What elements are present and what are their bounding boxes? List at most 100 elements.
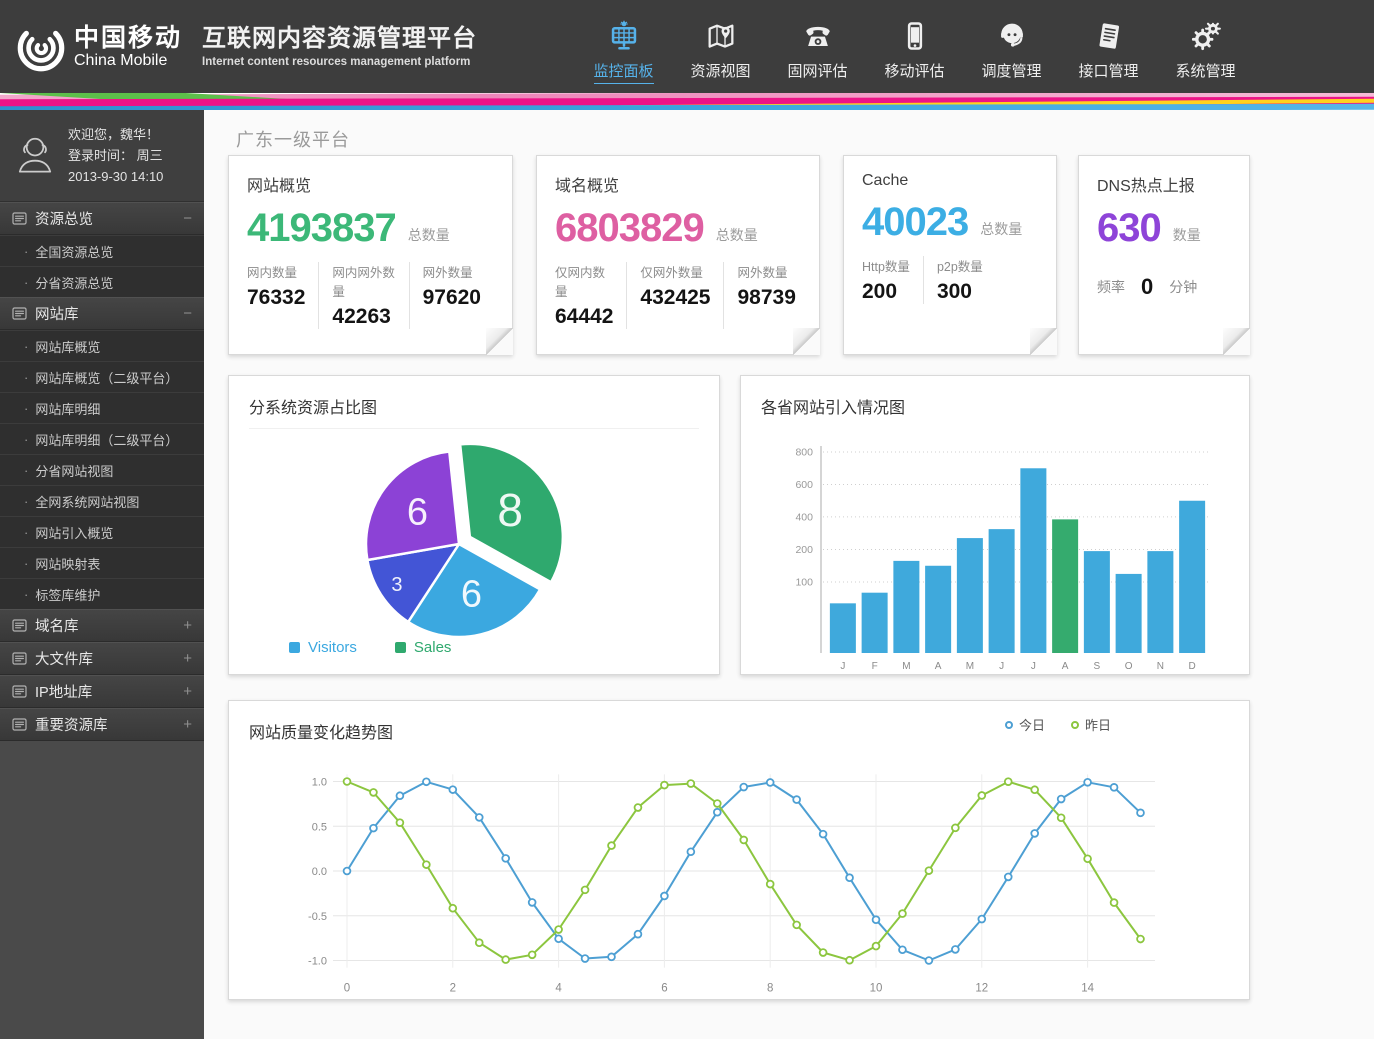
- bar-F-2[interactable]: [862, 593, 888, 653]
- data-point[interactable]: [1005, 874, 1012, 881]
- data-point[interactable]: [397, 792, 404, 799]
- data-point[interactable]: [873, 916, 880, 923]
- data-point[interactable]: [687, 780, 694, 787]
- expand-icon[interactable]: +: [183, 617, 192, 634]
- sidebar-section[interactable]: 重要资源库+: [0, 708, 204, 741]
- bar-M-5[interactable]: [957, 538, 983, 653]
- pie-legend-item-sales[interactable]: Sales: [395, 639, 452, 656]
- nav-item-monitor-panel[interactable]: 监控面板: [575, 9, 672, 84]
- pie-legend-item-visitors[interactable]: Visitors: [289, 639, 357, 656]
- nav-item-gears[interactable]: 系统管理: [1157, 9, 1254, 84]
- data-point[interactable]: [978, 916, 985, 923]
- nav-item-interface-doc[interactable]: 接口管理: [1060, 9, 1157, 84]
- data-point[interactable]: [449, 905, 456, 912]
- data-point[interactable]: [846, 874, 853, 881]
- bar-J-7[interactable]: [1020, 468, 1046, 653]
- data-point[interactable]: [370, 825, 377, 832]
- bar-J-1[interactable]: [830, 603, 856, 653]
- data-point[interactable]: [926, 867, 933, 874]
- data-point[interactable]: [793, 921, 800, 928]
- data-point[interactable]: [635, 931, 642, 938]
- sidebar-item[interactable]: ·网站库概览（二级平台）: [0, 361, 204, 392]
- nav-item-landline-phone[interactable]: 固网评估: [769, 9, 866, 84]
- data-point[interactable]: [714, 800, 721, 807]
- data-point[interactable]: [873, 943, 880, 950]
- data-point[interactable]: [582, 886, 589, 893]
- data-point[interactable]: [344, 868, 351, 875]
- expand-icon[interactable]: +: [183, 650, 192, 667]
- data-point[interactable]: [1031, 786, 1038, 793]
- data-point[interactable]: [899, 946, 906, 953]
- expand-icon[interactable]: +: [183, 716, 192, 733]
- data-point[interactable]: [952, 946, 959, 953]
- bar-O-10[interactable]: [1116, 574, 1142, 653]
- sidebar-item[interactable]: ·分省资源总览: [0, 266, 204, 297]
- sidebar-section[interactable]: IP地址库+: [0, 675, 204, 708]
- data-point[interactable]: [1137, 809, 1144, 816]
- bar-D-12[interactable]: [1179, 501, 1205, 653]
- data-point[interactable]: [661, 893, 668, 900]
- data-point[interactable]: [740, 837, 747, 844]
- bar-A-4[interactable]: [925, 566, 951, 653]
- bar-N-11[interactable]: [1147, 551, 1173, 653]
- bar-M-3[interactable]: [893, 561, 919, 653]
- sidebar-item[interactable]: ·网站映射表: [0, 547, 204, 578]
- data-point[interactable]: [529, 899, 536, 906]
- data-point[interactable]: [820, 831, 827, 838]
- data-point[interactable]: [1111, 899, 1118, 906]
- line-legend-item-昨日[interactable]: 昨日: [1071, 715, 1111, 734]
- line-legend-item-今日[interactable]: 今日: [1005, 715, 1045, 734]
- data-point[interactable]: [555, 926, 562, 933]
- sidebar-section[interactable]: 域名库+: [0, 609, 204, 642]
- data-point[interactable]: [767, 779, 774, 786]
- data-point[interactable]: [978, 792, 985, 799]
- sidebar-item[interactable]: ·全国资源总览: [0, 235, 204, 266]
- data-point[interactable]: [1058, 796, 1065, 803]
- data-point[interactable]: [1111, 784, 1118, 791]
- sidebar-item[interactable]: ·标签库维护: [0, 578, 204, 609]
- data-point[interactable]: [767, 881, 774, 888]
- collapse-icon[interactable]: −: [183, 210, 192, 227]
- data-point[interactable]: [1084, 855, 1091, 862]
- data-point[interactable]: [1058, 814, 1065, 821]
- data-point[interactable]: [1137, 936, 1144, 943]
- data-point[interactable]: [793, 796, 800, 803]
- data-point[interactable]: [899, 910, 906, 917]
- sidebar-item[interactable]: ·分省网站视图: [0, 454, 204, 485]
- data-point[interactable]: [740, 784, 747, 791]
- bar-S-9[interactable]: [1084, 551, 1110, 653]
- data-point[interactable]: [846, 957, 853, 964]
- data-point[interactable]: [502, 956, 509, 963]
- collapse-icon[interactable]: −: [183, 305, 192, 322]
- expand-icon[interactable]: +: [183, 683, 192, 700]
- bar-J-6[interactable]: [989, 529, 1015, 653]
- data-point[interactable]: [952, 824, 959, 831]
- data-point[interactable]: [661, 782, 668, 789]
- data-point[interactable]: [582, 955, 589, 962]
- data-point[interactable]: [1031, 830, 1038, 837]
- data-point[interactable]: [926, 957, 933, 964]
- nav-item-map-view[interactable]: 资源视图: [672, 9, 769, 84]
- data-point[interactable]: [1005, 778, 1012, 785]
- sidebar-section[interactable]: 网站库−: [0, 297, 204, 330]
- sidebar-section[interactable]: 资源总览−: [0, 202, 204, 235]
- data-point[interactable]: [714, 809, 721, 816]
- data-point[interactable]: [344, 778, 351, 785]
- data-point[interactable]: [370, 789, 377, 796]
- data-point[interactable]: [820, 949, 827, 956]
- sidebar-item[interactable]: ·全网系统网站视图: [0, 485, 204, 516]
- data-point[interactable]: [1084, 779, 1091, 786]
- bar-A-8[interactable]: [1052, 519, 1078, 653]
- data-point[interactable]: [502, 855, 509, 862]
- data-point[interactable]: [476, 814, 483, 821]
- data-point[interactable]: [529, 951, 536, 958]
- data-point[interactable]: [397, 819, 404, 826]
- nav-item-operator-headset[interactable]: 调度管理: [963, 9, 1060, 84]
- data-point[interactable]: [423, 861, 430, 868]
- data-point[interactable]: [423, 778, 430, 785]
- data-point[interactable]: [687, 848, 694, 855]
- data-point[interactable]: [608, 842, 615, 849]
- sidebar-item[interactable]: ·网站引入概览: [0, 516, 204, 547]
- sidebar-item[interactable]: ·网站库概览: [0, 330, 204, 361]
- data-point[interactable]: [555, 935, 562, 942]
